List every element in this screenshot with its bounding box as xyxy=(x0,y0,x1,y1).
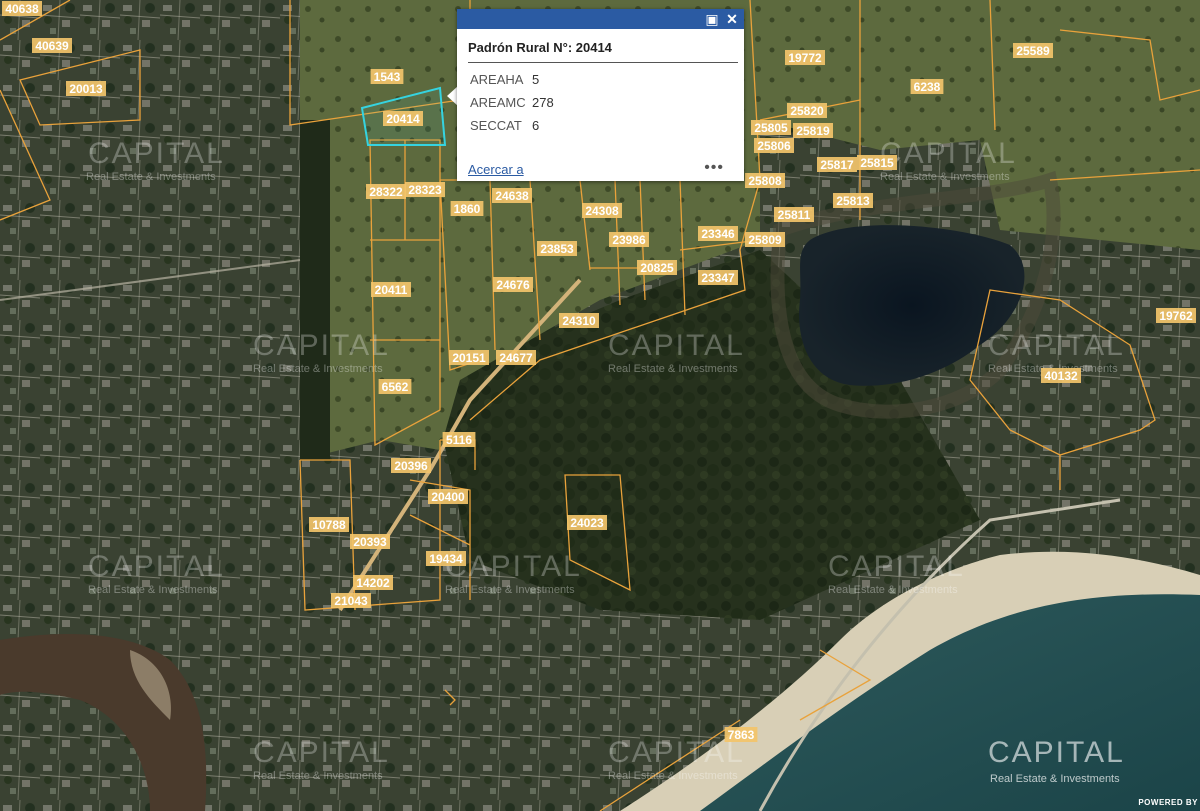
attribute-key: AREAMC xyxy=(470,95,526,110)
parcel-label[interactable]: 20151 xyxy=(452,351,486,365)
parcel-label[interactable]: 25820 xyxy=(790,104,824,118)
watermark-tagline: Real Estate & Investments xyxy=(608,770,738,782)
dark-strip xyxy=(300,120,330,460)
parcel-label[interactable]: 5116 xyxy=(446,433,472,447)
attribute-key: AREAHA xyxy=(470,72,524,87)
maximize-icon[interactable]: ▣ xyxy=(704,11,720,27)
watermark-tagline: Real Estate & Investments xyxy=(88,584,218,596)
parcel-label[interactable]: 7863 xyxy=(728,728,755,742)
parcel-label[interactable]: 24638 xyxy=(495,189,529,203)
parcel-label[interactable]: 24677 xyxy=(499,351,533,365)
parcel-label[interactable]: 24308 xyxy=(585,204,619,218)
attribute-row: AREAMC 278 xyxy=(470,95,554,110)
more-options-icon[interactable]: ••• xyxy=(704,159,724,177)
watermark-tagline: Real Estate & Investments xyxy=(253,363,383,375)
attribute-row: SECCAT 6 xyxy=(470,118,539,133)
watermark-tagline: Real Estate & Investments xyxy=(880,171,1010,183)
parcel-label[interactable]: 19434 xyxy=(429,552,463,566)
parcel-label[interactable]: 14202 xyxy=(356,576,390,590)
parcel-label[interactable]: 24676 xyxy=(496,278,530,292)
powered-by-label: POWERED BY xyxy=(1138,798,1198,807)
parcel-label[interactable]: 24023 xyxy=(570,516,604,530)
parcel-label[interactable]: 23347 xyxy=(701,271,735,285)
watermark-tagline: Real Estate & Investments xyxy=(828,584,958,596)
parcel-label[interactable]: 20414 xyxy=(386,112,420,126)
parcel-label[interactable]: 23986 xyxy=(612,233,646,247)
parcel-label[interactable]: 25805 xyxy=(754,121,788,135)
parcel-label[interactable]: 25811 xyxy=(778,208,811,222)
parcel-label[interactable]: 25813 xyxy=(836,194,870,208)
watermark-tagline: Real Estate & Investments xyxy=(608,363,738,375)
parcel-label[interactable]: 25589 xyxy=(1016,44,1050,58)
watermark-brand: CAPITAL xyxy=(828,550,965,583)
parcel-label[interactable]: 25815 xyxy=(860,156,894,170)
watermark-brand: CAPITAL xyxy=(88,550,225,583)
watermark-brand: CAPITAL xyxy=(988,736,1125,769)
parcel-label[interactable]: 20013 xyxy=(69,82,103,96)
parcel-label[interactable]: 20396 xyxy=(394,459,428,473)
watermark-brand: CAPITAL xyxy=(253,329,390,362)
parcel-label[interactable]: 25819 xyxy=(796,124,830,138)
watermark-brand: CAPITAL xyxy=(608,736,745,769)
watermark-brand: CAPITAL xyxy=(880,137,1017,170)
popup-header: ▣ ✕ xyxy=(457,9,744,29)
parcel-label[interactable]: 1860 xyxy=(454,202,481,216)
parcel-label[interactable]: 20393 xyxy=(353,535,387,549)
parcel-label[interactable]: 23853 xyxy=(540,242,574,256)
popup-divider xyxy=(468,62,738,63)
parcel-label[interactable]: 21043 xyxy=(334,594,368,608)
watermark-brand: CAPITAL xyxy=(988,329,1125,362)
parcel-label[interactable]: 10788 xyxy=(312,518,346,532)
parcel-label[interactable]: 40638 xyxy=(5,2,39,16)
parcel-label[interactable]: 28323 xyxy=(408,183,442,197)
parcel-label[interactable]: 25806 xyxy=(757,139,791,153)
parcel-label[interactable]: 40132 xyxy=(1044,369,1078,383)
attribute-value: 6 xyxy=(532,118,540,133)
attribute-row: AREAHA 5 xyxy=(470,72,539,87)
parcel-label[interactable]: 6238 xyxy=(914,80,941,94)
parcel-label[interactable]: 19772 xyxy=(788,51,822,65)
watermark-tagline: Real Estate & Investments xyxy=(86,171,216,183)
parcel-label[interactable]: 25817 xyxy=(820,158,854,172)
watermark-tagline: Real Estate & Investments xyxy=(990,773,1120,785)
zoom-to-link[interactable]: Acercar a xyxy=(468,162,524,177)
watermark-brand: CAPITAL xyxy=(88,137,225,170)
parcel-label[interactable]: 20411 xyxy=(375,283,408,297)
parcel-label[interactable]: 25809 xyxy=(748,233,782,247)
attribute-value: 278 xyxy=(532,95,554,110)
parcel-label[interactable]: 19762 xyxy=(1159,309,1193,323)
close-icon[interactable]: ✕ xyxy=(724,11,740,27)
attribute-key: SECCAT xyxy=(470,118,522,133)
parcel-label[interactable]: 6562 xyxy=(382,380,409,394)
parcel-label[interactable]: 1543 xyxy=(374,70,401,84)
parcel-label[interactable]: 25808 xyxy=(748,174,782,188)
parcel-label[interactable]: 23346 xyxy=(701,227,735,241)
watermark-brand: CAPITAL xyxy=(253,736,390,769)
attribute-value: 5 xyxy=(532,72,540,87)
watermark-brand: CAPITAL xyxy=(608,329,745,362)
parcel-label[interactable]: 40639 xyxy=(35,39,69,53)
parcel-label[interactable]: 24310 xyxy=(562,314,596,328)
watermark-tagline: Real Estate & Investments xyxy=(445,584,575,596)
parcel-label[interactable]: 20400 xyxy=(431,490,465,504)
parcel-label[interactable]: 28322 xyxy=(369,185,403,199)
popup-title: Padrón Rural N°: 20414 xyxy=(468,40,612,55)
parcel-popup: ▣ ✕ Padrón Rural N°: 20414 AREAHA 5 AREAM… xyxy=(457,9,744,181)
parcel-label[interactable]: 20825 xyxy=(640,261,674,275)
watermark-tagline: Real Estate & Investments xyxy=(253,770,383,782)
